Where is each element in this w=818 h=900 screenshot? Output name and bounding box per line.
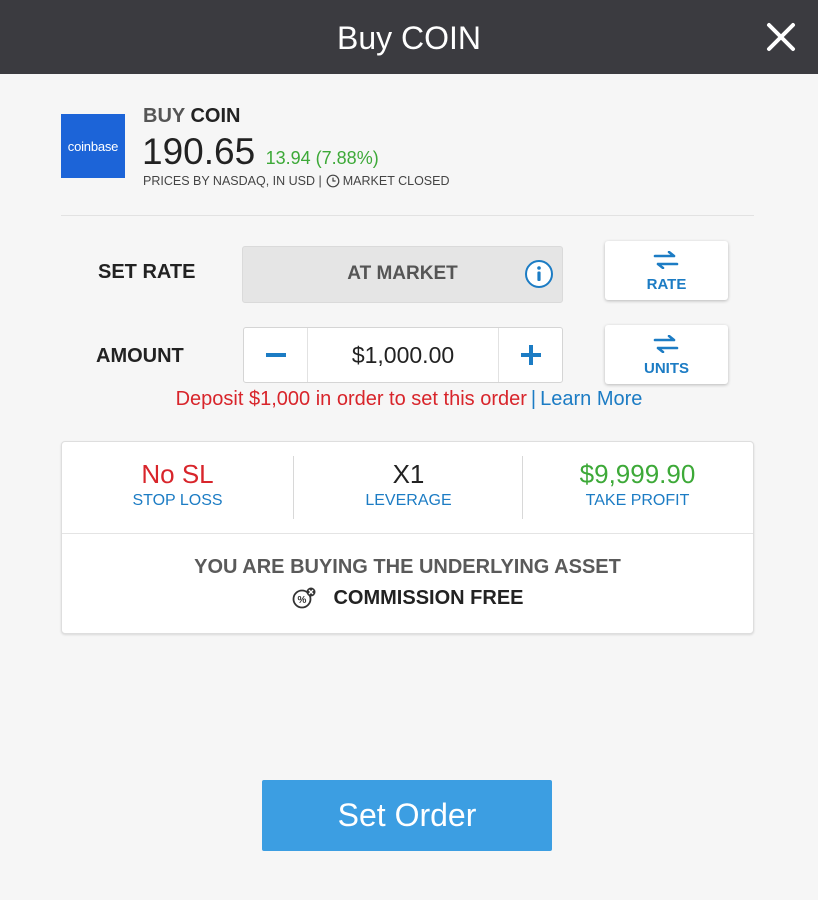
stop-loss-cell[interactable]: No SL STOP LOSS [62, 442, 293, 533]
commission-free-icon: % [293, 587, 316, 609]
minus-icon [266, 353, 286, 357]
set-rate-label: SET RATE [98, 261, 196, 283]
plus-icon [521, 345, 541, 365]
price-source: PRICES BY NASDAQ, IN USD | MARKET CLOSED [143, 173, 450, 189]
current-price: 190.65 [142, 131, 256, 172]
leverage-cell[interactable]: X1 LEVERAGE [293, 442, 524, 533]
price-change: 13.94 (7.88%) [265, 148, 379, 168]
price-row: 190.65 13.94 (7.88%) [142, 130, 379, 174]
commission-free-label: COMMISSION FREE [333, 587, 524, 609]
svg-text:%: % [298, 595, 307, 606]
deposit-separator: | [530, 388, 537, 410]
learn-more-link[interactable]: Learn More [540, 388, 642, 410]
rate-field[interactable]: AT MARKET [242, 246, 563, 303]
swap-arrows-icon [653, 335, 679, 353]
amount-stepper [243, 327, 563, 383]
price-source-text: PRICES BY NASDAQ, IN USD | [143, 174, 322, 188]
info-icon[interactable] [524, 259, 554, 289]
modal-title: Buy COIN [336, 20, 482, 56]
amount-label: AMOUNT [96, 345, 184, 367]
units-toggle-label: UNITS [644, 360, 689, 377]
coinbase-logo: coinbase [61, 114, 125, 178]
leverage-label: LEVERAGE [365, 492, 452, 509]
leverage-value: X1 [392, 459, 425, 489]
take-profit-cell[interactable]: $9,999.90 TAKE PROFIT [522, 442, 753, 533]
decrease-amount-button[interactable] [244, 328, 308, 382]
units-toggle-button[interactable]: UNITS [605, 325, 728, 384]
rate-toggle-button[interactable]: RATE [605, 241, 728, 300]
underlying-asset-notice: YOU ARE BUYING THE UNDERLYING ASSET [194, 556, 621, 578]
stop-loss-label: STOP LOSS [132, 492, 223, 509]
deposit-notice: Deposit $1,000 in order to set this orde… [0, 387, 818, 411]
deposit-message: Deposit $1,000 in order to set this orde… [175, 388, 527, 410]
stop-loss-value: No SL [141, 459, 214, 489]
commission-info: % COMMISSION FREE [62, 586, 753, 610]
modal-header: Buy COIN [0, 0, 818, 74]
rate-toggle-label: RATE [646, 276, 687, 293]
symbol-label: COIN [190, 105, 241, 127]
take-profit-value: $9,999.90 [579, 459, 696, 489]
clock-icon [326, 174, 340, 188]
set-order-button[interactable]: Set Order [262, 780, 552, 851]
swap-arrows-icon [653, 251, 679, 269]
action-label: BUY [143, 105, 185, 127]
increase-amount-button[interactable] [498, 328, 562, 382]
trade-direction: BUY COIN [143, 104, 240, 128]
order-summary: No SL STOP LOSS X1 LEVERAGE $9,999.90 TA… [61, 441, 754, 634]
close-icon[interactable] [766, 22, 796, 52]
summary-separator [62, 533, 753, 534]
take-profit-label: TAKE PROFIT [585, 492, 690, 509]
instrument-info: coinbase BUY COIN 190.65 13.94 (7.88%) P… [61, 104, 754, 216]
amount-input[interactable] [308, 328, 498, 382]
rate-value: AT MARKET [347, 263, 458, 284]
market-status: MARKET CLOSED [342, 174, 450, 188]
